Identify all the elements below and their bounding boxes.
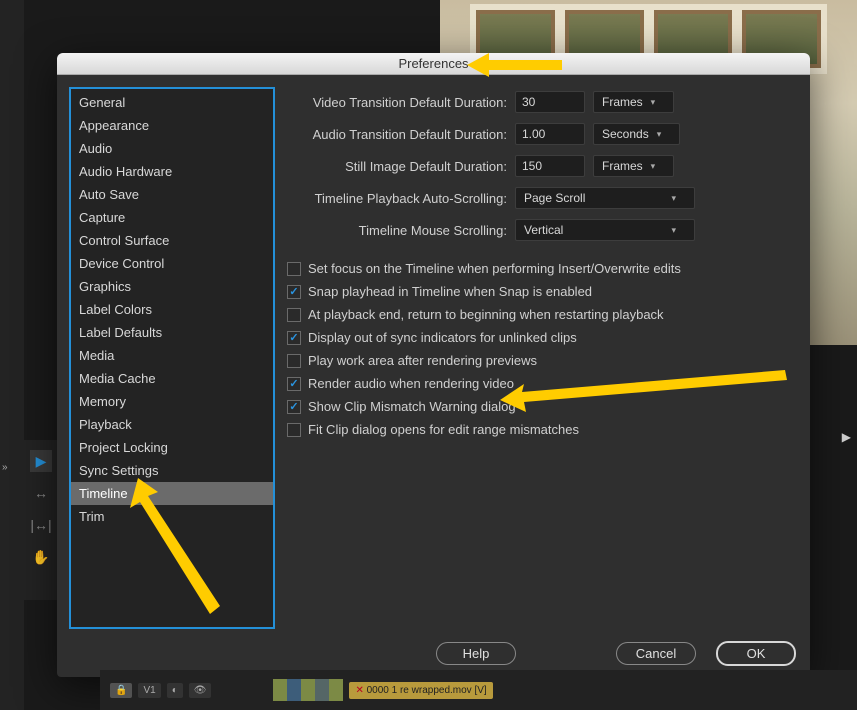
slip-tool-icon[interactable]: |↔| (30, 514, 52, 536)
sidebar-item-general[interactable]: General (71, 91, 273, 114)
checkbox[interactable] (287, 377, 301, 391)
checkbox-row: Play work area after rendering previews (287, 353, 798, 368)
expand-icon[interactable]: » (2, 462, 6, 473)
timeline-thumbnails (273, 679, 343, 701)
checkbox-label: Play work area after rendering previews (308, 353, 537, 368)
timeline-clip[interactable]: ✕ 0000 1 re wrapped.mov [V] (349, 682, 492, 699)
checkbox[interactable] (287, 423, 301, 437)
sidebar-item-appearance[interactable]: Appearance (71, 114, 273, 137)
setting-select[interactable]: Page Scroll▾ (515, 187, 695, 209)
setting-label: Video Transition Default Duration: (287, 95, 507, 110)
chevron-down-icon: ▾ (671, 225, 676, 236)
chevron-down-icon: ▾ (657, 129, 662, 140)
dialog-titlebar: Preferences (57, 53, 810, 75)
checkbox-row: Snap playhead in Timeline when Snap is e… (287, 284, 798, 299)
checkbox[interactable] (287, 331, 301, 345)
setting-label: Still Image Default Duration: (287, 159, 507, 174)
timeline-settings-panel: Video Transition Default Duration: Frames… (287, 87, 798, 629)
sidebar-item-media-cache[interactable]: Media Cache (71, 367, 273, 390)
sidebar-item-media[interactable]: Media (71, 344, 273, 367)
setting-label: Timeline Mouse Scrolling: (287, 223, 507, 238)
cancel-button[interactable]: Cancel (616, 642, 696, 665)
checkbox[interactable] (287, 285, 301, 299)
eye-icon[interactable]: 👁 (189, 683, 212, 698)
setting-unit-select[interactable]: Seconds▾ (593, 123, 680, 145)
setting-select[interactable]: Vertical▾ (515, 219, 695, 241)
checkbox[interactable] (287, 308, 301, 322)
dialog-title: Preferences (398, 56, 468, 71)
chevron-down-icon: ▾ (651, 97, 656, 108)
checkbox-row: Set focus on the Timeline when performin… (287, 261, 798, 276)
sidebar-item-capture[interactable]: Capture (71, 206, 273, 229)
sidebar-item-label-defaults[interactable]: Label Defaults (71, 321, 273, 344)
checkbox-label: Snap playhead in Timeline when Snap is e… (308, 284, 592, 299)
ok-button[interactable]: OK (716, 641, 796, 666)
sidebar-item-label-colors[interactable]: Label Colors (71, 298, 273, 321)
play-icon: ▶ (842, 430, 851, 444)
hand-tool-icon[interactable]: ✋ (30, 546, 52, 568)
setting-value-input[interactable] (515, 123, 585, 145)
checkbox-label: At playback end, return to beginning whe… (308, 307, 664, 322)
checkbox[interactable] (287, 354, 301, 368)
sidebar-item-device-control[interactable]: Device Control (71, 252, 273, 275)
preferences-sidebar: GeneralAppearanceAudioAudio HardwareAuto… (69, 87, 275, 629)
setting-label: Timeline Playback Auto-Scrolling: (287, 191, 507, 206)
checkbox-row: At playback end, return to beginning whe… (287, 307, 798, 322)
chevron-down-icon: ▾ (671, 193, 676, 204)
help-button[interactable]: Help (436, 642, 516, 665)
setting-unit-select[interactable]: Frames▾ (593, 155, 674, 177)
sidebar-item-sync-settings[interactable]: Sync Settings (71, 459, 273, 482)
sidebar-item-trim[interactable]: Trim (71, 505, 273, 528)
checkbox-label: Set focus on the Timeline when performin… (308, 261, 681, 276)
setting-value-input[interactable] (515, 155, 585, 177)
checkbox-label: Fit Clip dialog opens for edit range mis… (308, 422, 579, 437)
track-label[interactable]: V1 (138, 683, 160, 698)
lock-icon[interactable]: 🔒 (110, 683, 132, 698)
checkbox-label: Show Clip Mismatch Warning dialog (308, 399, 516, 414)
sidebar-item-audio-hardware[interactable]: Audio Hardware (71, 160, 273, 183)
sidebar-item-memory[interactable]: Memory (71, 390, 273, 413)
left-gutter (0, 0, 24, 710)
setting-value-input[interactable] (515, 91, 585, 113)
checkbox-row: Fit Clip dialog opens for edit range mis… (287, 422, 798, 437)
checkbox[interactable] (287, 262, 301, 276)
sidebar-item-graphics[interactable]: Graphics (71, 275, 273, 298)
setting-unit-select[interactable]: Frames▾ (593, 91, 674, 113)
checkbox-label: Display out of sync indicators for unlin… (308, 330, 577, 345)
checkbox-row: Display out of sync indicators for unlin… (287, 330, 798, 345)
ripple-tool-icon[interactable]: ↔ (30, 482, 52, 504)
sidebar-item-playback[interactable]: Playback (71, 413, 273, 436)
sidebar-item-audio[interactable]: Audio (71, 137, 273, 160)
setting-label: Audio Transition Default Duration: (287, 127, 507, 142)
sidebar-item-auto-save[interactable]: Auto Save (71, 183, 273, 206)
chevron-down-icon: ▾ (651, 161, 656, 172)
sidebar-item-timeline[interactable]: Timeline (71, 482, 273, 505)
selection-tool-icon[interactable]: ▶ (30, 450, 52, 472)
checkbox-row: Show Clip Mismatch Warning dialog (287, 399, 798, 414)
sidebar-item-project-locking[interactable]: Project Locking (71, 436, 273, 459)
tool-palette: ▶ ↔ |↔| ✋ (24, 440, 58, 600)
sidebar-item-control-surface[interactable]: Control Surface (71, 229, 273, 252)
toggle-icon[interactable]: ◐ (167, 683, 183, 698)
checkbox[interactable] (287, 400, 301, 414)
checkbox-row: Render audio when rendering video (287, 376, 798, 391)
timeline-strip: 🔒 V1 ◐ 👁 ✕ 0000 1 re wrapped.mov [V] (100, 670, 857, 710)
preferences-dialog: Preferences GeneralAppearanceAudioAudio … (57, 53, 810, 677)
checkbox-label: Render audio when rendering video (308, 376, 514, 391)
